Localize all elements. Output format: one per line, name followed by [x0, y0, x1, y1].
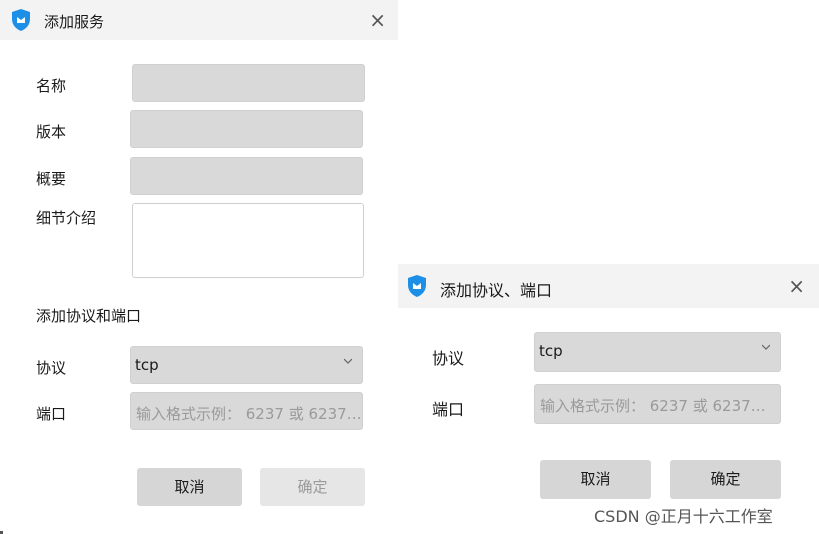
version-label: 版本 [36, 123, 67, 141]
port-input[interactable]: 输入格式示例： 6237 或 6237… [130, 392, 363, 430]
close-icon[interactable]: × [788, 276, 805, 296]
protocol-value: tcp [539, 342, 563, 360]
confirm-button[interactable]: 确定 [670, 460, 781, 499]
port-label: 端口 [432, 400, 465, 419]
chevron-down-icon [762, 344, 770, 350]
details-label: 细节介绍 [36, 209, 97, 227]
protocol-label: 协议 [432, 349, 465, 368]
section-heading: 添加协议和端口 [36, 307, 142, 325]
close-icon[interactable]: × [369, 10, 386, 30]
protocol-select[interactable]: tcp [534, 332, 781, 372]
port-label: 端口 [36, 405, 67, 423]
summary-label: 概要 [36, 170, 67, 188]
protocol-value: tcp [135, 356, 159, 374]
name-input[interactable] [132, 64, 365, 102]
summary-input[interactable] [130, 157, 363, 195]
name-label: 名称 [36, 77, 67, 95]
title-bar: 添加服务 × [0, 0, 398, 40]
dialog-title: 添加协议、端口 [440, 281, 553, 300]
details-textarea[interactable] [132, 203, 364, 278]
shield-icon [408, 275, 426, 297]
version-input[interactable] [130, 110, 363, 148]
add-service-dialog: 添加服务 × 名称 版本 概要 细节介绍 添加协议和端口 协议 tcp 端口 输… [0, 0, 398, 534]
port-placeholder: 输入格式示例： 6237 或 6237… [540, 397, 766, 415]
add-protocol-dialog: 添加协议、端口 × 协议 tcp 端口 输入格式示例： 6237 或 6237…… [398, 264, 819, 534]
port-input[interactable]: 输入格式示例： 6237 或 6237… [534, 384, 781, 424]
cancel-button[interactable]: 取消 [137, 468, 242, 506]
shield-icon [12, 9, 30, 31]
dialog-title: 添加服务 [44, 13, 105, 31]
protocol-label: 协议 [36, 359, 67, 377]
title-bar: 添加协议、端口 × [398, 264, 819, 308]
chevron-down-icon [344, 358, 352, 364]
protocol-select[interactable]: tcp [130, 346, 363, 384]
port-placeholder: 输入格式示例： 6237 或 6237… [136, 405, 362, 423]
confirm-button[interactable]: 确定 [260, 468, 365, 506]
cancel-button[interactable]: 取消 [540, 460, 651, 499]
watermark: CSDN @正月十六工作室 [594, 507, 773, 526]
